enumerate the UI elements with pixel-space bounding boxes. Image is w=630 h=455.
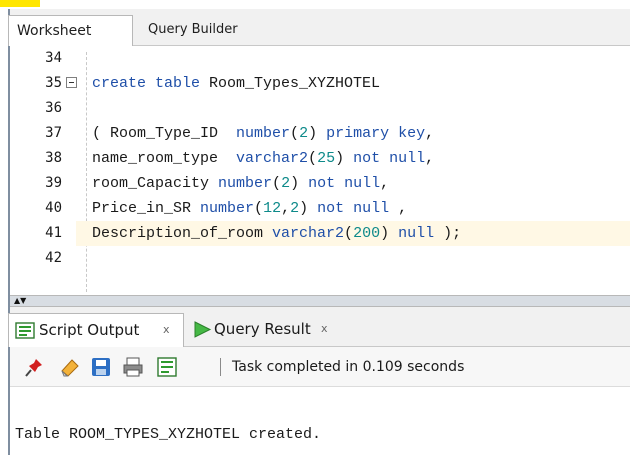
- tab-query-result[interactable]: Query Result x: [190, 313, 360, 347]
- code-line: 34: [10, 46, 630, 71]
- code-text: Description_of_room varchar2(200) null )…: [92, 225, 462, 242]
- toolbar-separator: [220, 358, 221, 376]
- script-output-panel[interactable]: Table ROOM_TYPES_XYZHOTEL created.: [10, 388, 630, 455]
- tab-query-builder[interactable]: Query Builder: [140, 15, 270, 46]
- fold-toggle-icon[interactable]: [66, 77, 77, 88]
- line-number: 38: [45, 150, 62, 166]
- status-message: Task completed in 0.109 seconds: [232, 359, 465, 375]
- line-number: 36: [45, 100, 62, 116]
- code-line: 42: [10, 246, 630, 271]
- script-icon[interactable]: [156, 357, 178, 377]
- panel-splitter[interactable]: ▲▼: [10, 295, 630, 307]
- code-line: 40 Price_in_SR number(12,2) not null ,: [10, 196, 630, 221]
- code-line: 36: [10, 96, 630, 121]
- window-top-strip: [0, 0, 630, 9]
- tab-query-builder-label: Query Builder: [148, 22, 238, 37]
- code-text: name_room_type varchar2(25) not null,: [92, 150, 435, 167]
- tab-script-output[interactable]: Script Output x: [8, 313, 184, 347]
- tab-query-result-label: Query Result: [214, 320, 311, 338]
- worksheet-tabbar: Worksheet Query Builder: [8, 9, 630, 46]
- splitter-arrows-icon[interactable]: ▲▼: [14, 296, 26, 306]
- output-text: Table ROOM_TYPES_XYZHOTEL created.: [15, 426, 322, 443]
- tab-worksheet-label: Worksheet: [17, 23, 92, 39]
- run-arrow-icon: [194, 321, 212, 338]
- code-line: 39 room_Capacity number(2) not null,: [10, 171, 630, 196]
- code-text: Price_in_SR number(12,2) not null ,: [92, 200, 408, 217]
- script-output-icon: [15, 322, 35, 339]
- code-line: 38 name_room_type varchar2(25) not null,: [10, 146, 630, 171]
- output-toolbar: Task completed in 0.109 seconds: [10, 347, 630, 387]
- line-number: 39: [45, 175, 62, 191]
- line-number: 37: [45, 125, 62, 141]
- eraser-icon[interactable]: [58, 357, 80, 377]
- line-number: 35: [45, 75, 62, 91]
- line-number: 40: [45, 200, 62, 216]
- pin-icon[interactable]: [24, 357, 46, 377]
- output-tabbar: Script Output x Query Result x: [8, 307, 630, 347]
- tab-script-output-label: Script Output: [39, 321, 140, 339]
- line-number: 34: [45, 50, 62, 66]
- highlight-marker: [0, 0, 40, 7]
- code-text: create table Room_Types_XYZHOTEL: [92, 75, 381, 92]
- close-icon[interactable]: x: [163, 314, 170, 346]
- tab-worksheet[interactable]: Worksheet: [8, 15, 133, 46]
- print-icon[interactable]: [122, 357, 144, 377]
- close-icon[interactable]: x: [321, 313, 328, 345]
- line-number: 41: [45, 225, 62, 241]
- save-icon[interactable]: [90, 357, 112, 377]
- sql-editor[interactable]: 34 35 create table Room_Types_XYZHOTEL 3…: [10, 46, 630, 295]
- line-number: 42: [45, 250, 62, 266]
- code-line: 35 create table Room_Types_XYZHOTEL: [10, 71, 630, 96]
- code-line: 41 Description_of_room varchar2(200) nul…: [10, 221, 630, 246]
- code-line: 37 ( Room_Type_ID number(2) primary key,: [10, 121, 630, 146]
- code-text: room_Capacity number(2) not null,: [92, 175, 390, 192]
- code-text: ( Room_Type_ID number(2) primary key,: [92, 125, 435, 142]
